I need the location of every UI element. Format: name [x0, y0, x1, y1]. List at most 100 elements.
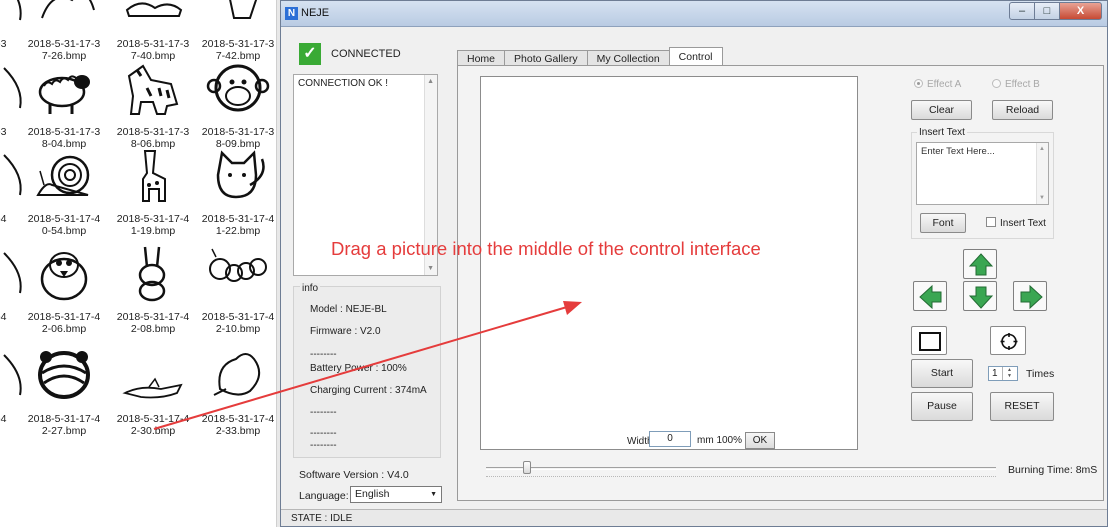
bmp-image-icon	[3, 67, 22, 109]
bmp-image-icon	[216, 150, 265, 199]
bmp-image-icon	[3, 354, 22, 396]
text-input[interactable]: Enter Text Here... ▲ ▼	[916, 142, 1049, 205]
slider-ticks	[486, 476, 996, 478]
app-icon: N	[285, 7, 298, 20]
file-name: 0-54.bmp	[41, 225, 87, 237]
bmp-image-icon	[127, 64, 179, 115]
effect-a-radio[interactable]: Effect A	[914, 79, 961, 90]
bmp-image-icon	[213, 353, 261, 396]
text-scrollbar[interactable]: ▲ ▼	[1036, 143, 1048, 204]
times-spinner-icon[interactable]: ▲ ▼	[1002, 367, 1016, 380]
move-down-button[interactable]	[963, 281, 997, 311]
slider-thumb[interactable]	[522, 461, 531, 474]
scroll-down-icon[interactable]: ▼	[1039, 195, 1045, 201]
maximize-button[interactable]: □	[1035, 2, 1060, 20]
file-name: 2-08.bmp	[130, 323, 176, 335]
info-line: --------	[310, 349, 337, 360]
file-name: 2018-5-31-17-3	[116, 126, 190, 138]
radio-selected-icon	[914, 79, 923, 88]
crosshair-icon	[1000, 333, 1018, 350]
insert-text-checkbox-label: Insert Text	[1000, 218, 1046, 229]
engrave-canvas[interactable]: Width: 0 mm 100% OK	[480, 76, 858, 450]
pause-button[interactable]: Pause	[911, 392, 973, 421]
file-name: 2-33.bmp	[215, 425, 261, 437]
clear-button[interactable]: Clear	[911, 100, 972, 120]
file-name: 2018-5-31-17-4	[116, 311, 190, 323]
bmp-image-icon	[229, 0, 258, 19]
language-value: English	[355, 488, 390, 500]
width-input[interactable]: 0	[649, 431, 691, 447]
insert-text-title: Insert Text	[917, 127, 967, 138]
bmp-image-icon	[209, 248, 267, 282]
file-name: 2018-5-31-17-4	[116, 413, 190, 425]
move-up-button[interactable]	[963, 249, 997, 279]
language-label: Language:	[299, 490, 349, 502]
arrow-down-icon	[969, 286, 993, 309]
effect-b-label: Effect B	[1005, 79, 1040, 90]
reload-button[interactable]: Reload	[992, 100, 1053, 120]
file-name: 2018-5-31-17-4	[27, 311, 101, 323]
radio-icon	[992, 79, 1001, 88]
center-button[interactable]	[990, 326, 1026, 355]
preview-frame-button[interactable]	[911, 326, 947, 355]
bmp-image-icon	[142, 150, 166, 202]
move-left-button[interactable]	[913, 281, 947, 311]
connection-status: CONNECTED	[331, 48, 401, 60]
bmp-image-icon	[3, 154, 22, 196]
times-label: Times	[1026, 368, 1055, 380]
reset-button[interactable]: RESET	[990, 392, 1054, 421]
file-name: 2018-5-31-17-4	[201, 213, 275, 225]
bmp-image-icon	[16, 0, 22, 21]
move-right-button[interactable]	[1013, 281, 1047, 311]
file-name: 2018-5-31-17-4	[27, 213, 101, 225]
bmp-image-icon	[38, 75, 90, 114]
scroll-up-icon[interactable]: ▲	[427, 78, 434, 85]
file-name: 2018-5-31-17-3	[116, 38, 190, 50]
bmp-image-icon	[122, 377, 183, 399]
scroll-up-icon[interactable]: ▲	[1039, 146, 1045, 152]
info-line: --------	[310, 428, 337, 439]
bmp-image-icon	[38, 351, 90, 399]
effect-b-radio[interactable]: Effect B	[992, 79, 1040, 90]
effect-a-label: Effect A	[927, 79, 962, 90]
file-name: 2018-5-31-17-4	[27, 413, 101, 425]
info-line: Charging Current : 374mA	[310, 385, 427, 396]
file-explorer: 17-3p2018-5-31-17-37-26.bmp2018-5-31-17-…	[0, 0, 285, 527]
arrow-right-icon	[1020, 285, 1043, 309]
file-name: 1-22.bmp	[215, 225, 261, 237]
info-title: info	[300, 283, 321, 294]
burning-time-label: Burning Time: 8mS	[1008, 464, 1098, 476]
file-name: 2018-5-31-17-3	[27, 38, 101, 50]
info-line: --------	[310, 440, 337, 451]
insert-text-checkbox[interactable]: Insert Text	[986, 217, 1046, 229]
window-title: NEJE	[301, 7, 330, 19]
arrow-up-icon	[969, 253, 993, 276]
font-button[interactable]: Font	[920, 213, 966, 233]
control-panel: Width: 0 mm 100% OK Burning Time: 8mS Ef…	[457, 65, 1104, 501]
chevron-down-icon: ▼	[430, 491, 437, 498]
language-select[interactable]: English ▼	[350, 486, 442, 503]
text-placeholder: Enter Text Here...	[921, 146, 995, 157]
mm-percent-label: mm 100%	[697, 435, 743, 446]
minimize-button[interactable]: –	[1009, 2, 1035, 20]
bmp-image-icon	[138, 246, 166, 302]
file-name: 2018-5-31-17-4	[116, 213, 190, 225]
bmp-image-icon	[206, 64, 270, 112]
ok-button[interactable]: OK	[745, 432, 775, 449]
scroll-down-icon[interactable]: ▼	[427, 265, 434, 272]
close-button[interactable]: X	[1060, 2, 1102, 20]
info-line: Model : NEJE-BL	[310, 304, 387, 315]
file-name: 2018-5-31-17-3	[201, 126, 275, 138]
burning-time-slider[interactable]	[486, 467, 996, 470]
bmp-image-icon	[125, 2, 183, 17]
file-name: 2-10.bmp	[215, 323, 261, 335]
rectangle-icon	[919, 332, 941, 351]
file-name: 1-19.bmp	[130, 225, 176, 237]
software-version: Software Version : V4.0	[299, 469, 409, 481]
start-button[interactable]: Start	[911, 359, 973, 388]
file-name: 2-27.bmp	[41, 425, 87, 437]
checkbox-icon	[986, 217, 996, 227]
info-line: Firmware : V2.0	[310, 326, 381, 337]
title-bar[interactable]: N NEJE – □ X	[281, 1, 1107, 27]
log-text: CONNECTION OK !	[298, 78, 389, 89]
